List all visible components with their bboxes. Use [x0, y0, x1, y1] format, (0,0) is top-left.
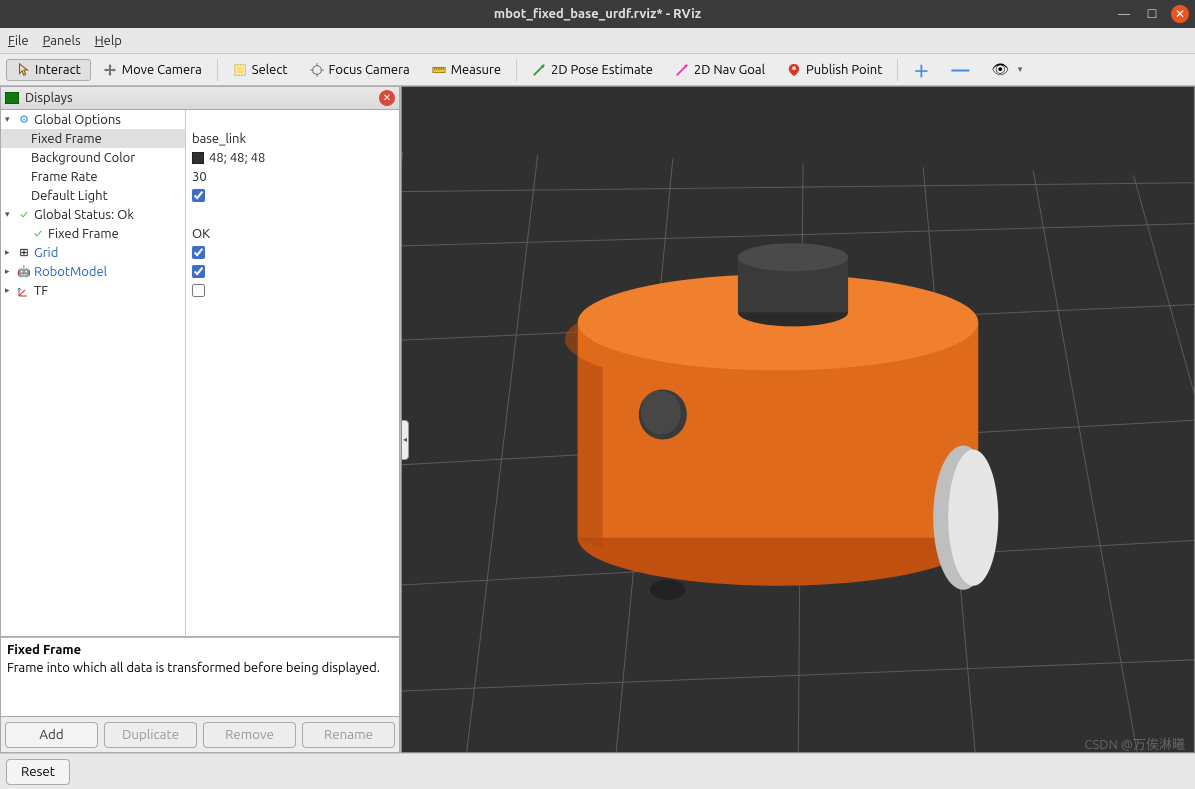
minimize-button[interactable]: — [1115, 5, 1133, 23]
value-default-light[interactable] [186, 186, 399, 205]
gear-icon: ⚙ [17, 113, 31, 126]
pose-estimate-icon [532, 63, 546, 77]
tf-icon [17, 285, 31, 297]
tree-item-background-color[interactable]: Background Color [1, 148, 185, 167]
add-button[interactable]: Add [5, 722, 98, 748]
tree-item-default-light[interactable]: Default Light [1, 186, 185, 205]
displays-icon [5, 92, 19, 104]
tree-values-column: base_link 48; 48; 48 30 OK [186, 110, 399, 636]
color-swatch [192, 152, 204, 164]
window-titlebar: mbot_fixed_base_urdf.rviz* - RViz — ☐ ✕ [0, 0, 1195, 28]
select-icon [233, 63, 247, 77]
reset-button[interactable]: Reset [6, 759, 70, 785]
select-button[interactable]: Select [223, 59, 298, 81]
plus-icon: ＋ [913, 58, 929, 82]
focus-camera-label: Focus Camera [329, 63, 410, 77]
tree-item-robot-model[interactable]: ▸🤖 RobotModel [1, 262, 185, 281]
panel-button-row: Add Duplicate Remove Rename [0, 717, 400, 753]
measure-button[interactable]: Measure [422, 59, 511, 81]
value-spacer [186, 110, 399, 129]
select-label: Select [252, 63, 288, 77]
check-icon: ✓ [17, 209, 31, 221]
menu-file[interactable]: File [8, 34, 29, 48]
tree-item-global-status[interactable]: ▾✓ Global Status: Ok [1, 205, 185, 224]
grid-checkbox [192, 246, 205, 259]
eye-icon: 👁 [991, 61, 1009, 78]
displays-tree[interactable]: ▾⚙ Global Options Fixed Frame Background… [0, 110, 400, 637]
window-controls: — ☐ ✕ [1115, 5, 1189, 23]
publish-point-label: Publish Point [806, 63, 882, 77]
toolbar-separator [897, 59, 898, 81]
tree-item-global-options[interactable]: ▾⚙ Global Options [1, 110, 185, 129]
3d-viewport[interactable]: ◂ [401, 86, 1195, 753]
measure-label: Measure [451, 63, 501, 77]
description-box: Fixed Frame Frame into which all data is… [0, 637, 400, 717]
pose-estimate-label: 2D Pose Estimate [551, 63, 653, 77]
move-camera-icon [103, 63, 117, 77]
rename-button[interactable]: Rename [302, 722, 395, 748]
move-camera-label: Move Camera [122, 63, 202, 77]
nav-goal-button[interactable]: 2D Nav Goal [665, 59, 775, 81]
grid-icon: ⊞ [17, 246, 31, 259]
menu-panels[interactable]: Panels [43, 34, 81, 48]
value-status-fixed-frame: OK [186, 224, 399, 243]
description-text: Frame into which all data is transformed… [7, 661, 380, 675]
check-icon: ✓ [31, 228, 45, 240]
value-robot-model-visible[interactable] [186, 262, 399, 281]
focus-camera-button[interactable]: Focus Camera [300, 59, 420, 81]
robot-icon: 🤖 [17, 265, 31, 278]
toolbar-separator [516, 59, 517, 81]
tree-item-fixed-frame[interactable]: Fixed Frame [1, 129, 185, 148]
value-frame-rate[interactable]: 30 [186, 167, 399, 186]
tree-item-frame-rate[interactable]: Frame Rate [1, 167, 185, 186]
window-title: mbot_fixed_base_urdf.rviz* - RViz [494, 7, 701, 21]
interact-button[interactable]: Interact [6, 59, 91, 81]
panel-header[interactable]: Displays ✕ [0, 86, 400, 110]
nav-goal-label: 2D Nav Goal [694, 63, 765, 77]
nav-goal-icon [675, 63, 689, 77]
add-tool-button[interactable]: ＋ [903, 54, 939, 86]
description-title: Fixed Frame [7, 643, 81, 657]
panel-close-button[interactable]: ✕ [379, 90, 395, 106]
tf-checkbox [192, 284, 205, 297]
tree-item-status-fixed-frame[interactable]: ✓ Fixed Frame [1, 224, 185, 243]
duplicate-button[interactable]: Duplicate [104, 722, 197, 748]
toolbar: Interact Move Camera Select Focus Camera… [0, 54, 1195, 86]
menu-bar: File Panels Help [0, 28, 1195, 54]
publish-point-icon [787, 63, 801, 77]
interact-label: Interact [35, 63, 81, 77]
close-button[interactable]: ✕ [1171, 5, 1189, 23]
interact-icon [16, 63, 30, 77]
main-area: Displays ✕ ▾⚙ Global Options Fixed Frame… [0, 86, 1195, 753]
tree-item-tf[interactable]: ▸ TF [1, 281, 185, 300]
pose-estimate-button[interactable]: 2D Pose Estimate [522, 59, 663, 81]
remove-button[interactable]: Remove [203, 722, 296, 748]
move-camera-button[interactable]: Move Camera [93, 59, 212, 81]
value-fixed-frame[interactable]: base_link [186, 129, 399, 148]
remove-tool-button[interactable]: — [941, 56, 979, 84]
measure-icon [432, 63, 446, 77]
value-background-color[interactable]: 48; 48; 48 [186, 148, 399, 167]
dropdown-icon: ▼ [1016, 65, 1024, 74]
default-light-checkbox [192, 189, 205, 202]
value-spacer [186, 205, 399, 224]
render-canvas [402, 87, 1194, 752]
focus-camera-icon [310, 63, 324, 77]
maximize-button[interactable]: ☐ [1143, 5, 1161, 23]
tree-item-grid[interactable]: ▸⊞ Grid [1, 243, 185, 262]
views-button[interactable]: 👁▼ [981, 57, 1034, 82]
minus-icon: — [951, 60, 969, 80]
splitter-handle[interactable]: ◂ [401, 420, 409, 460]
panel-title: Displays [25, 91, 373, 105]
robot-model-checkbox [192, 265, 205, 278]
bottom-bar: Reset [0, 753, 1195, 789]
value-grid-visible[interactable] [186, 243, 399, 262]
displays-panel: Displays ✕ ▾⚙ Global Options Fixed Frame… [0, 86, 401, 753]
value-tf-visible[interactable] [186, 281, 399, 300]
toolbar-separator [217, 59, 218, 81]
menu-help[interactable]: Help [95, 34, 122, 48]
tree-names-column: ▾⚙ Global Options Fixed Frame Background… [1, 110, 186, 636]
publish-point-button[interactable]: Publish Point [777, 59, 892, 81]
